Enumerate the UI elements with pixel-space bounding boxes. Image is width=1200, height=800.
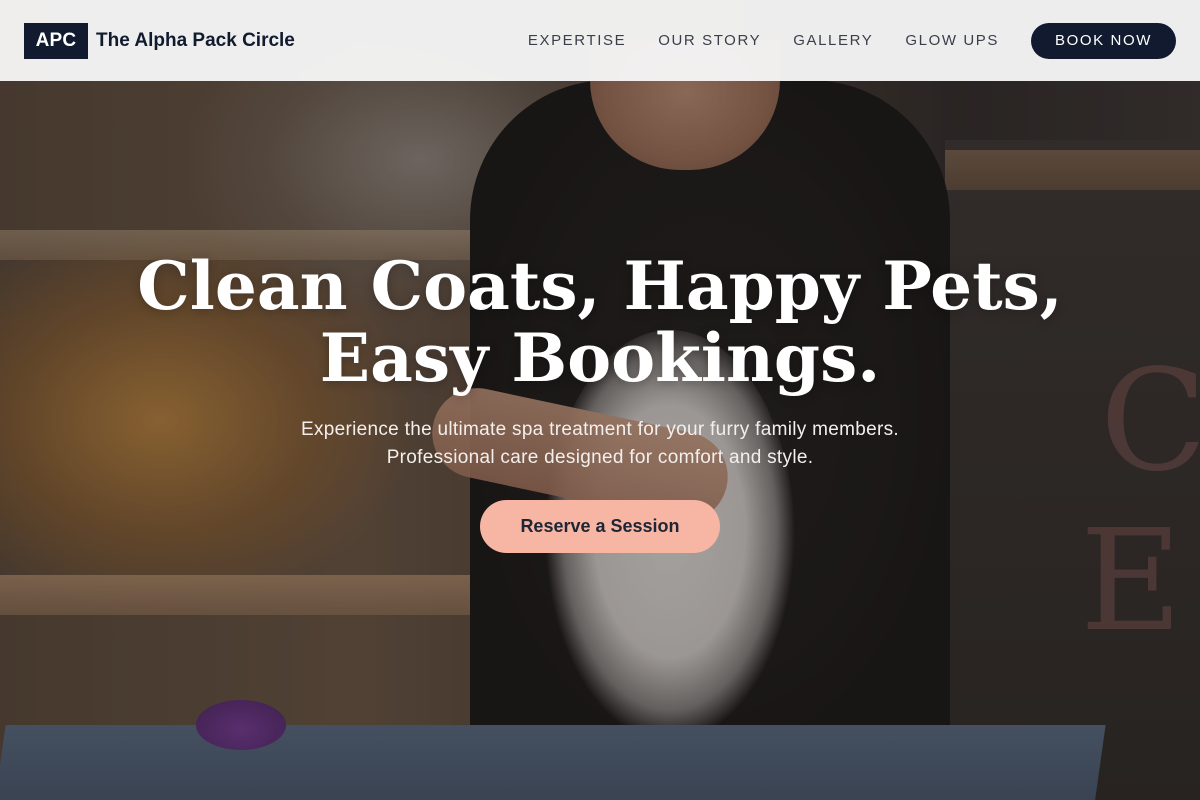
hero-title-line-1: Clean Coats, Happy Pets, xyxy=(137,247,1063,325)
nav-link-glow-ups[interactable]: GLOW UPS xyxy=(905,32,999,49)
brand-logo[interactable]: APC xyxy=(24,22,88,59)
nav-link-gallery[interactable]: GALLERY xyxy=(793,32,873,49)
nav-link-our-story[interactable]: OUR STORY xyxy=(658,32,761,49)
hero-title: Clean Coats, Happy Pets, Easy Bookings. xyxy=(0,250,1200,394)
main-nav: EXPERTISE OUR STORY GALLERY GLOW UPS BOO… xyxy=(496,22,1176,59)
hero-subtitle: Experience the ultimate spa treatment fo… xyxy=(220,416,980,472)
brand-name[interactable]: The Alpha Pack Circle xyxy=(96,30,295,52)
hero-title-line-2: Easy Bookings. xyxy=(319,319,881,397)
site-header: APC The Alpha Pack Circle EXPERTISE OUR … xyxy=(0,0,1200,81)
reserve-session-button[interactable]: Reserve a Session xyxy=(480,500,720,553)
hero-subtitle-line-1: Experience the ultimate spa treatment fo… xyxy=(300,419,899,440)
landing-page: C E APC The Alpha Pack Circle EXPERTISE … xyxy=(0,0,1200,800)
hero-section: Clean Coats, Happy Pets, Easy Bookings. … xyxy=(0,250,1200,553)
book-now-button[interactable]: BOOK NOW xyxy=(1031,22,1176,59)
nav-link-expertise[interactable]: EXPERTISE xyxy=(528,32,626,49)
hero-subtitle-line-2: Professional care designed for comfort a… xyxy=(386,447,814,468)
brand[interactable]: APC The Alpha Pack Circle xyxy=(24,22,295,59)
